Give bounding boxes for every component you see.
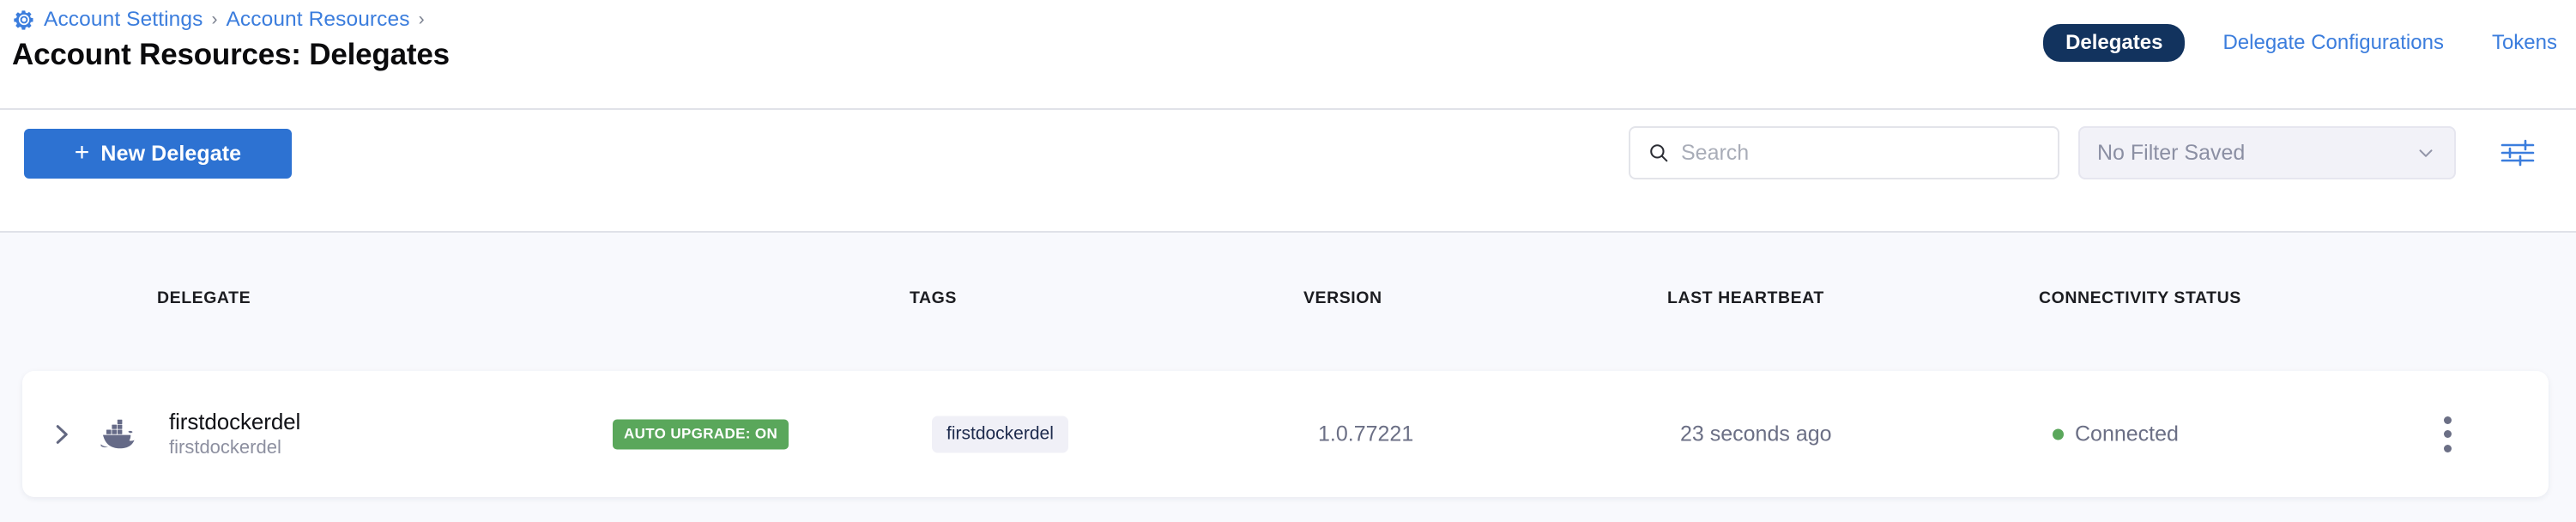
delegate-name-cell: firstdockerdel firstdockerdel <box>169 408 300 459</box>
auto-upgrade-badge: AUTO UPGRADE: ON <box>613 419 789 449</box>
delegate-name: firstdockerdel <box>169 408 301 434</box>
new-delegate-button-label: New Delegate <box>100 141 242 166</box>
column-header-last-heartbeat: LAST HEARTBEAT <box>1667 288 1824 307</box>
connectivity-status: Connected <box>2053 422 2179 446</box>
kebab-dot <box>2443 416 2452 424</box>
connectivity-status-label: Connected <box>2075 422 2179 446</box>
delegates-table: DELEGATE TAGS VERSION LAST HEARTBEAT CON… <box>0 233 2576 522</box>
column-header-version: VERSION <box>1303 288 1382 307</box>
filter-settings-icon[interactable] <box>2500 139 2536 167</box>
tab-bar: Delegates Delegate Configurations Tokens <box>2043 24 2557 62</box>
page-header: Account Settings › Account Resources › A… <box>0 0 2576 110</box>
tab-delegate-configurations[interactable]: Delegate Configurations <box>2198 33 2468 53</box>
breadcrumb-item-account-settings[interactable]: Account Settings <box>44 8 203 32</box>
page-title: Account Resources: Delegates <box>12 38 450 71</box>
table-row[interactable]: firstdockerdel firstdockerdel AUTO UPGRA… <box>22 371 2549 497</box>
kebab-dot <box>2443 430 2452 438</box>
chevron-down-icon <box>2415 142 2437 164</box>
kebab-dot <box>2443 444 2452 452</box>
saved-filter-value: No Filter Saved <box>2097 140 2246 165</box>
plus-icon: + <box>74 138 90 167</box>
breadcrumb-separator: › <box>211 9 218 29</box>
tab-delegates[interactable]: Delegates <box>2043 24 2186 62</box>
status-dot-icon <box>2053 428 2064 440</box>
search-box[interactable] <box>1629 126 2059 179</box>
search-icon <box>1648 142 1670 164</box>
delegate-sub-name: firstdockerdel <box>169 436 281 458</box>
delegate-last-heartbeat: 23 seconds ago <box>1680 422 1832 446</box>
column-header-tags: TAGS <box>910 288 957 307</box>
gear-icon <box>12 8 36 32</box>
search-input[interactable] <box>1681 128 2033 178</box>
chevron-right-icon[interactable] <box>48 422 74 447</box>
toolbar: + New Delegate No Filter Saved <box>0 110 2576 233</box>
tab-tokens[interactable]: Tokens <box>2468 33 2557 53</box>
kebab-menu-icon[interactable] <box>2443 416 2452 452</box>
table-header-row: DELEGATE TAGS VERSION LAST HEARTBEAT CON… <box>0 233 2576 370</box>
tag-chip: firstdockerdel <box>932 416 1068 452</box>
column-header-delegate: DELEGATE <box>157 288 251 307</box>
breadcrumb: Account Settings › Account Resources › <box>12 5 426 34</box>
saved-filter-select[interactable]: No Filter Saved <box>2078 126 2456 179</box>
delegate-version: 1.0.77221 <box>1318 422 1414 446</box>
new-delegate-button[interactable]: + New Delegate <box>24 129 292 179</box>
docker-icon <box>95 417 136 452</box>
breadcrumb-separator-trailing: › <box>418 9 425 29</box>
column-header-connectivity-status: CONNECTIVITY STATUS <box>2039 288 2241 307</box>
breadcrumb-item-account-resources[interactable]: Account Resources <box>226 8 409 32</box>
